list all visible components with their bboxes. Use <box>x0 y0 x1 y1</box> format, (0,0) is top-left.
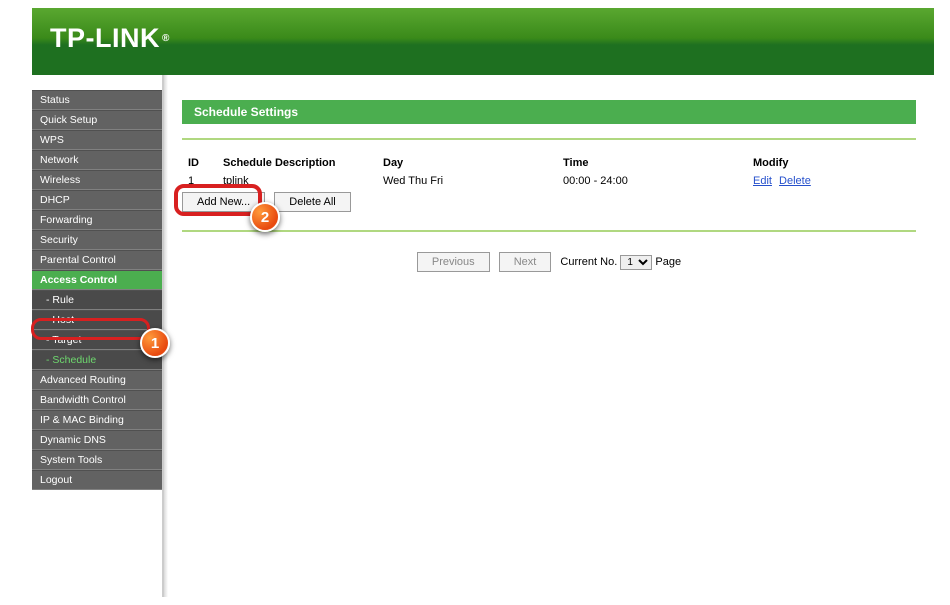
delete-all-button[interactable]: Delete All <box>274 192 350 212</box>
sidebar-item-wireless[interactable]: Wireless <box>32 170 162 190</box>
sidebar-item-wps[interactable]: WPS <box>32 130 162 150</box>
table-header-row: ID Schedule Description Day Time Modify <box>182 154 916 172</box>
col-id: ID <box>182 154 217 172</box>
col-day: Day <box>377 154 557 172</box>
cell-desc: tplink <box>217 172 377 190</box>
cell-time: 00:00 - 24:00 <box>557 172 747 190</box>
sidebar-item-logout[interactable]: Logout <box>32 470 162 490</box>
schedule-table: ID Schedule Description Day Time Modify … <box>182 154 916 190</box>
content-area: Schedule Settings ID Schedule Descriptio… <box>164 75 934 597</box>
col-time: Time <box>557 154 747 172</box>
next-button[interactable]: Next <box>499 252 552 272</box>
sidebar-item-bandwidth-control[interactable]: Bandwidth Control <box>32 390 162 410</box>
callout-1: 1 <box>140 328 170 358</box>
sidebar-item-network[interactable]: Network <box>32 150 162 170</box>
divider <box>182 138 916 140</box>
sidebar-item--schedule[interactable]: - Schedule <box>32 350 162 370</box>
brand-text: TP-LINK <box>50 23 160 54</box>
table-row: 1 tplink Wed Thu Fri 00:00 - 24:00 Edit … <box>182 172 916 190</box>
col-desc: Schedule Description <box>217 154 377 172</box>
header: TP-LINK® <box>32 8 934 75</box>
pager-label-after: Page <box>655 256 681 268</box>
sidebar-item--host[interactable]: - Host <box>32 310 162 330</box>
col-modify: Modify <box>747 154 916 172</box>
delete-link[interactable]: Delete <box>779 175 811 187</box>
callout-2: 2 <box>250 202 280 232</box>
sidebar-item--rule[interactable]: - Rule <box>32 290 162 310</box>
divider <box>182 230 916 232</box>
previous-button[interactable]: Previous <box>417 252 490 272</box>
cell-day: Wed Thu Fri <box>377 172 557 190</box>
edit-link[interactable]: Edit <box>753 175 772 187</box>
sidebar-item-security[interactable]: Security <box>32 230 162 250</box>
sidebar-item-dhcp[interactable]: DHCP <box>32 190 162 210</box>
panel-title: Schedule Settings <box>182 100 916 124</box>
cell-id: 1 <box>182 172 217 190</box>
sidebar-item-ip-mac-binding[interactable]: IP & MAC Binding <box>32 410 162 430</box>
cell-modify: Edit Delete <box>747 172 916 190</box>
sidebar-item-dynamic-dns[interactable]: Dynamic DNS <box>32 430 162 450</box>
sidebar-item-status[interactable]: Status <box>32 90 162 110</box>
sidebar-item-access-control[interactable]: Access Control <box>32 270 162 290</box>
sidebar-item-parental-control[interactable]: Parental Control <box>32 250 162 270</box>
sidebar-item-advanced-routing[interactable]: Advanced Routing <box>32 370 162 390</box>
page-select[interactable]: 1 <box>620 255 652 270</box>
sidebar-item-quick-setup[interactable]: Quick Setup <box>32 110 162 130</box>
pager: Previous Next Current No. 1 Page <box>182 246 916 272</box>
sidebar-item-system-tools[interactable]: System Tools <box>32 450 162 470</box>
sidebar-item-forwarding[interactable]: Forwarding <box>32 210 162 230</box>
registered-icon: ® <box>162 33 170 44</box>
button-row: Add New... Delete All 2 <box>182 192 916 212</box>
pager-label-before: Current No. <box>560 256 617 268</box>
brand-logo: TP-LINK® <box>50 23 916 54</box>
